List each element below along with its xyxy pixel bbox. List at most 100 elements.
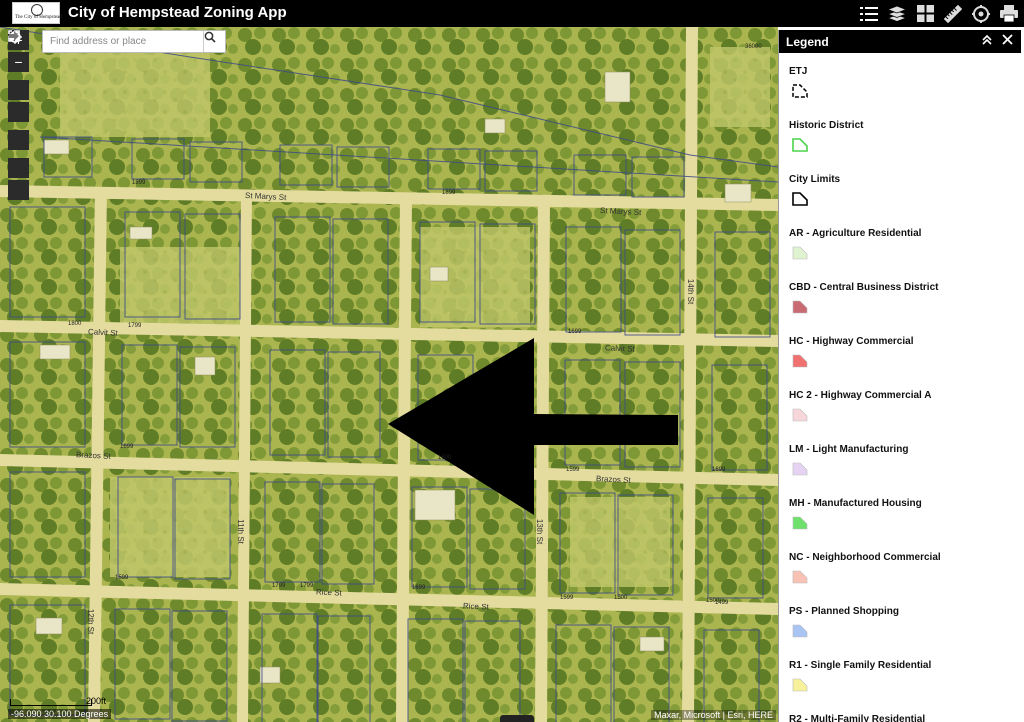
legend-item: CBD - Central Business District [779, 269, 1021, 323]
legend-item: LM - Light Manufacturing [779, 431, 1021, 485]
lot-number: 1699 [120, 444, 134, 450]
coordinate-readout: -96.090 30.100 Degrees [8, 709, 112, 719]
street-label: 12th St [86, 608, 96, 635]
legend-item-label: NC - Neighborhood Commercial [789, 552, 941, 563]
legend-item-label: ETJ [789, 66, 808, 77]
scale-label: 200ft [86, 696, 107, 706]
list-icon[interactable] [858, 3, 880, 24]
measure-icon[interactable] [942, 3, 964, 24]
legend-item-label: MH - Manufactured Housing [789, 498, 922, 509]
legend-item: MH - Manufactured Housing [779, 485, 1021, 539]
legend-panel: Legend ETJ Historic District City Limits AR… [778, 30, 1021, 722]
header-toolbar [858, 3, 1020, 24]
lot-number: 1599 [560, 595, 574, 601]
legend-swatch [792, 192, 808, 206]
close-icon[interactable] [1002, 34, 1013, 48]
legend-swatch [792, 354, 808, 368]
lot-number: 36000 [745, 44, 762, 50]
legend-swatch [792, 138, 808, 152]
legend-swatch [792, 84, 808, 98]
street-label: Calvit St [604, 343, 636, 354]
map-attribution: Maxar, Microsoft | Esri, HERE [651, 710, 776, 720]
fullscreen-button[interactable] [8, 30, 29, 150]
logo-text: The City of Hempstead [15, 15, 62, 20]
legend-swatch [792, 462, 808, 476]
print-settings-icon[interactable] [970, 3, 992, 24]
arrow-right-icon [9, 31, 19, 41]
legend-item: HC 2 - Highway Commercial A [779, 377, 1021, 431]
lot-number: 1599 [115, 575, 129, 581]
street-label: Rice St [315, 587, 343, 598]
legend-item-label: CBD - Central Business District [789, 282, 939, 293]
search-button[interactable] [203, 31, 225, 52]
street-label: Rice St [462, 601, 490, 612]
legend-item: ETJ [779, 53, 1021, 107]
lot-number: 1899 [132, 180, 146, 186]
app-header: The City of Hempstead City of Hempstead … [0, 0, 1024, 27]
lot-number: 1699 [412, 585, 426, 591]
legend-swatch [792, 678, 808, 692]
home-button[interactable] [8, 31, 29, 100]
lot-number: 1699 [712, 467, 726, 473]
legend-item-label: R2 - Multi-Family Residential [789, 714, 926, 722]
lot-number: 1799 [128, 323, 142, 329]
basemap-gallery-icon[interactable] [914, 3, 936, 24]
lot-number: 1899 [442, 190, 456, 196]
legend-header: Legend [779, 30, 1021, 53]
lot-number: 1500 [614, 595, 628, 601]
locate-button[interactable] [8, 30, 29, 122]
legend-item-label: R1 - Single Family Residential [789, 660, 932, 671]
street-label: Calvit St [87, 327, 119, 338]
lot-number: 1800 [68, 321, 82, 327]
legend-item-label: PS - Planned Shopping [789, 606, 899, 617]
search-box [42, 30, 226, 53]
search-icon [204, 31, 216, 43]
legend-item: PS - Planned Shopping [779, 593, 1021, 647]
lot-number: 1799 [272, 583, 286, 589]
legend-item-label: City Limits [789, 174, 841, 185]
map-nav-controls: + − [8, 30, 29, 202]
legend-swatch [792, 516, 808, 530]
street-label: Brazos St [75, 450, 111, 461]
lot-number: 1600 [438, 455, 452, 461]
next-extent-button[interactable] [8, 31, 29, 200]
legend-item-label: Historic District [789, 120, 864, 131]
zoom-out-button[interactable]: − [8, 52, 29, 72]
legend-swatch [792, 300, 808, 314]
map-imagery [0, 27, 778, 722]
legend-item: HC - Highway Commercial [779, 323, 1021, 377]
map-view[interactable]: St Marys St St Marys St Calvit St Calvit… [0, 27, 778, 722]
legend-swatch [792, 570, 808, 584]
street-label: 13th St [535, 518, 545, 545]
legend-swatch [792, 246, 808, 260]
search-input[interactable] [43, 31, 217, 52]
street-label: Brazos St [595, 474, 631, 485]
legend-list: ETJ Historic District City Limits AR - Agri… [779, 53, 1021, 722]
legend-item: Historic District [779, 107, 1021, 161]
legend-title: Legend [786, 35, 829, 49]
lot-number: 1699 [568, 329, 582, 335]
legend-swatch [792, 408, 808, 422]
street-label: 14th St [686, 278, 696, 305]
legend-item: R1 - Single Family Residential [779, 647, 1021, 701]
previous-extent-button[interactable] [8, 31, 29, 178]
city-logo: The City of Hempstead [12, 2, 62, 24]
layers-icon[interactable] [886, 3, 908, 24]
street-label: 11th St [235, 519, 245, 544]
legend-item: R2 - Multi-Family Residential [779, 701, 1021, 722]
print-icon[interactable] [998, 3, 1020, 24]
legend-item: AR - Agriculture Residential [779, 215, 1021, 269]
app-title: City of Hempstead Zoning App [68, 4, 287, 21]
legend-item: City Limits [779, 161, 1021, 215]
legend-item: NC - Neighborhood Commercial [779, 539, 1021, 593]
overview-map-toggle[interactable] [500, 715, 534, 722]
legend-item-label: AR - Agriculture Residential [789, 228, 922, 239]
legend-item-label: HC - Highway Commercial [789, 336, 914, 347]
lot-number: 1799 [300, 583, 314, 589]
collapse-icon[interactable] [981, 34, 993, 49]
lot-number: 1599 [566, 467, 580, 473]
legend-item-label: HC 2 - Highway Commercial A [789, 390, 932, 401]
legend-swatch [792, 624, 808, 638]
lot-number: 1500 [706, 598, 720, 604]
scale-bar [10, 699, 92, 706]
